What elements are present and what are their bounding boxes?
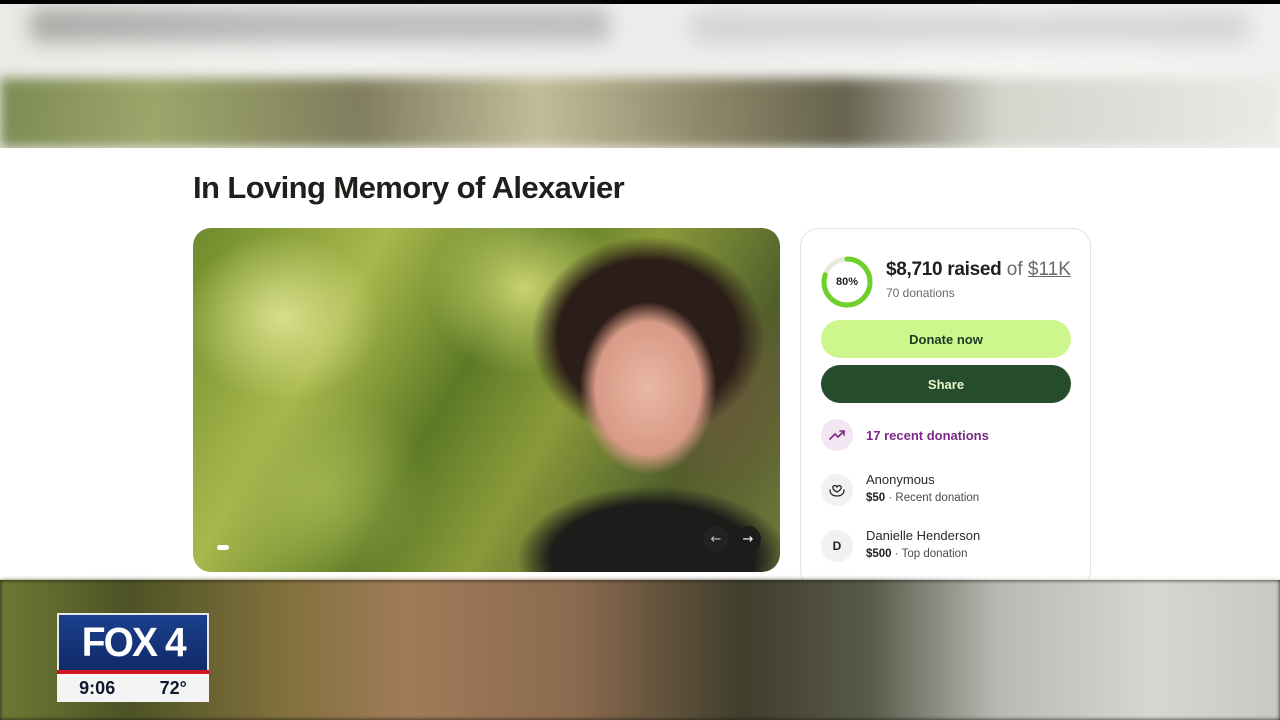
donor-note: · Recent donation bbox=[885, 492, 980, 504]
station-logo-box: FOX 4 bbox=[57, 613, 209, 670]
donor-name: Danielle Henderson bbox=[866, 528, 981, 543]
station-logo: FOX 4 bbox=[81, 619, 186, 665]
blurred-photo-band bbox=[0, 78, 1280, 148]
goal-amount[interactable]: $11K bbox=[1028, 259, 1071, 280]
recent-donations-link[interactable]: 17 recent donations bbox=[821, 419, 989, 451]
broadcast-time: 9:06 bbox=[79, 677, 116, 698]
blurred-text bbox=[30, 8, 610, 42]
time-temp-bar: 9:06 72° bbox=[57, 674, 209, 702]
donor-item: D Danielle Henderson $500 · Top donation bbox=[821, 527, 980, 563]
donor-avatar: D bbox=[821, 530, 853, 562]
donor-meta: $50 · Recent donation bbox=[866, 489, 979, 507]
donor-amount: $50 bbox=[866, 492, 886, 504]
progress-percent: 80% bbox=[835, 276, 859, 288]
arrow-right-icon: → bbox=[742, 531, 754, 547]
fundraiser-page: In Loving Memory of Alexavier ← → 80% $8… bbox=[0, 148, 1280, 580]
donation-card: 80% $8,710 raised of $11K 70 donations D… bbox=[800, 228, 1091, 580]
campaign-photo[interactable]: ← → bbox=[193, 228, 780, 572]
arrow-left-icon: ← bbox=[710, 531, 722, 547]
recent-donations-label: 17 recent donations bbox=[866, 427, 989, 443]
goal-prefix: of bbox=[1006, 259, 1023, 280]
donor-note: · Top donation bbox=[891, 548, 968, 560]
blurred-text bbox=[690, 12, 1250, 42]
share-button[interactable]: Share bbox=[821, 365, 1071, 403]
carousel-prev-button[interactable]: ← bbox=[703, 526, 729, 552]
broadcast-temperature: 72° bbox=[159, 677, 187, 698]
donation-count: 70 donations bbox=[886, 286, 955, 300]
trending-up-icon bbox=[821, 419, 853, 451]
amount-raised: $8,710 raised of $11K bbox=[886, 259, 1071, 281]
heart-hands-icon bbox=[821, 474, 853, 506]
donor-name: Anonymous bbox=[866, 472, 935, 487]
donate-now-button[interactable]: Donate now bbox=[821, 320, 1071, 358]
carousel-indicator[interactable] bbox=[217, 545, 229, 550]
blurred-background-top bbox=[0, 0, 1280, 148]
donor-item: Anonymous $50 · Recent donation bbox=[821, 471, 979, 507]
carousel-next-button[interactable]: → bbox=[735, 526, 761, 552]
raised-amount: $8,710 raised bbox=[886, 259, 1002, 280]
station-bug: FOX 4 9:06 72° bbox=[57, 613, 209, 702]
donor-meta: $500 · Top donation bbox=[866, 545, 980, 563]
donor-amount: $500 bbox=[866, 548, 892, 560]
page-title: In Loving Memory of Alexavier bbox=[193, 170, 625, 205]
